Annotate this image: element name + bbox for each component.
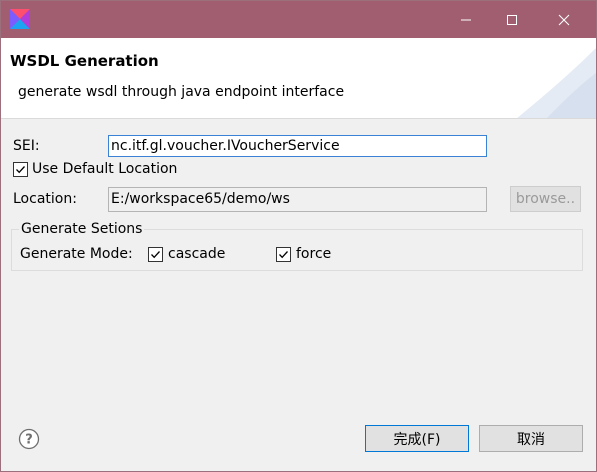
- sei-label: SEI:: [13, 138, 40, 154]
- location-input[interactable]: E:/workspace65/demo/ws: [108, 187, 487, 212]
- force-label[interactable]: force: [296, 246, 331, 262]
- generate-mode-label: Generate Mode:: [20, 246, 133, 262]
- page-title: WSDL Generation: [10, 52, 159, 70]
- cascade-label[interactable]: cascade: [168, 246, 225, 262]
- cascade-checkbox[interactable]: [148, 247, 163, 262]
- wizard-banner: WSDL Generation generate wsdl through ja…: [1, 38, 596, 119]
- banner-decoration: [517, 48, 596, 118]
- close-button[interactable]: [541, 1, 587, 38]
- checkmark-icon: [16, 166, 25, 174]
- finish-button[interactable]: 完成(F): [365, 425, 469, 452]
- svg-text:?: ?: [25, 433, 33, 448]
- sei-input[interactable]: nc.itf.gl.voucher.IVoucherService: [108, 135, 487, 157]
- checkmark-icon: [279, 251, 288, 259]
- maximize-icon: [507, 14, 517, 25]
- minimize-button[interactable]: [443, 1, 489, 38]
- wsdl-dialog-window: WSDL Generation generate wsdl through ja…: [0, 0, 597, 472]
- cancel-button[interactable]: 取消: [479, 425, 583, 452]
- close-icon: [558, 14, 570, 25]
- browse-button[interactable]: browse..: [510, 186, 581, 212]
- app-icon: [10, 9, 30, 29]
- title-bar[interactable]: [1, 1, 596, 38]
- minimize-icon: [461, 19, 471, 20]
- location-label: Location:: [13, 191, 77, 207]
- page-description: generate wsdl through java endpoint inte…: [18, 84, 345, 100]
- help-icon[interactable]: ?: [18, 428, 40, 450]
- group-title: Generate Setions: [19, 221, 145, 237]
- use-default-location-checkbox[interactable]: [13, 162, 28, 177]
- checkmark-icon: [151, 251, 160, 259]
- use-default-location-label[interactable]: Use Default Location: [32, 161, 177, 177]
- maximize-button[interactable]: [489, 1, 535, 38]
- force-checkbox[interactable]: [276, 247, 291, 262]
